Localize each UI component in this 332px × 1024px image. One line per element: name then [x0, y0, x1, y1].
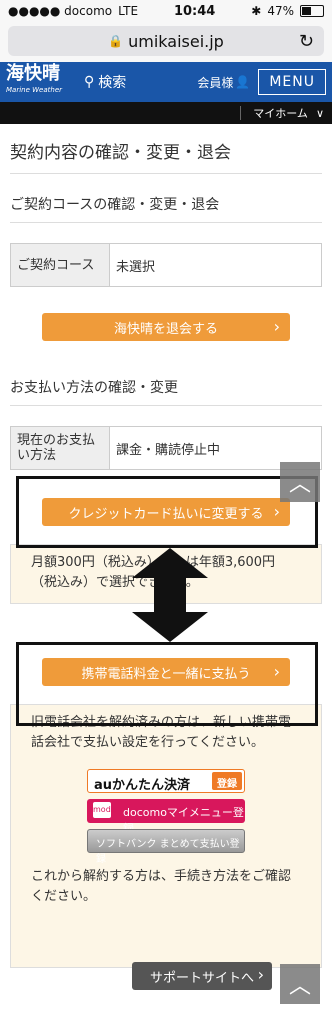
highlight-box-credit [16, 476, 318, 548]
status-bar: ●●●●● docomo LTE 10:44 ✱ 47% [0, 0, 332, 22]
url-field[interactable]: 🔒 umikaisei.jp ↻ [8, 26, 324, 56]
scroll-top-icon[interactable]: ︿ [280, 964, 320, 1004]
payment-table: 現在のお支払い方法 課金・購読停止中 [10, 426, 322, 470]
payment-label: 現在のお支払い方法 [10, 426, 110, 470]
support-site-button[interactable]: サポートサイトへ › [132, 962, 272, 990]
au-register-tag: 登録 [212, 772, 242, 790]
au-payment-button[interactable]: auかんたん決済 登録 [87, 769, 245, 793]
divider [240, 106, 242, 120]
lock-icon: 🔒 [108, 34, 124, 48]
carrier-label: ●●●●● docomo [8, 4, 113, 18]
course-section-title: ご契約コースの確認・変更・退会 [10, 188, 322, 223]
course-table: ご契約コース 未選択 [10, 243, 322, 287]
chevron-right-icon: › [257, 965, 264, 984]
search-button[interactable]: ⚲ 検索 [84, 72, 126, 92]
highlight-box-mobile [16, 642, 318, 726]
softbank-payment-button[interactable]: ソフトバンク まとめて支払い登録 [87, 829, 245, 865]
course-label: ご契約コース [10, 243, 110, 287]
site-header: 海快晴 Marine Weather ⚲ 検索 会員様 👤 MENU [0, 62, 332, 102]
site-logo[interactable]: 海快晴 Marine Weather [6, 63, 78, 98]
scroll-top-icon[interactable]: ︿ [280, 462, 320, 502]
member-label: 会員様 [197, 75, 234, 90]
softbank-label: ソフトバンク まとめて支払い登録 [96, 839, 240, 865]
docomo-payment-button[interactable]: mode docomoマイメニュー登録 [87, 799, 245, 835]
network-label: LTE [118, 4, 139, 18]
mobile-info-box: 旧電話会社を解約済みの方は、新しい携帯電話会社で支払い設定を行ってください。 a… [10, 704, 322, 968]
member-button[interactable]: 会員様 👤 [197, 74, 250, 91]
battery-percent: 47% [267, 4, 294, 18]
payment-section-title: お支払い方法の確認・変更 [10, 371, 322, 406]
myhome-link[interactable]: マイホーム [253, 105, 308, 121]
reload-icon[interactable]: ↻ [299, 31, 314, 52]
battery-icon [300, 5, 324, 17]
search-label: 検索 [98, 75, 127, 91]
au-label: auかんたん決済 [94, 778, 191, 793]
cancel-info-text: これから解約する方は、手続き方法をご確認ください。 [31, 869, 292, 904]
course-value: 未選択 [116, 259, 156, 275]
double-arrow-icon [132, 548, 208, 642]
support-button-label: サポートサイトへ [149, 970, 254, 986]
user-icon: 👤 [235, 75, 251, 89]
logo-subtext: Marine Weather [6, 86, 63, 94]
docomo-mode-icon: mode [93, 802, 116, 818]
withdraw-button[interactable]: 海快晴を退会する › [42, 313, 290, 341]
clock: 10:44 [173, 3, 216, 19]
withdraw-button-label: 海快晴を退会する [113, 321, 218, 337]
sub-nav: マイホーム ∨ [0, 102, 332, 124]
search-icon: ⚲ [84, 74, 95, 90]
chevron-down-icon[interactable]: ∨ [316, 107, 324, 120]
browser-bar: 🔒 umikaisei.jp ↻ [0, 22, 332, 62]
menu-button[interactable]: MENU [258, 69, 326, 95]
url-text: umikaisei.jp [128, 31, 224, 51]
page-title: 契約内容の確認・変更・退会 [10, 124, 322, 174]
logo-text: 海快晴 [6, 63, 60, 84]
chevron-right-icon: › [273, 317, 280, 336]
bluetooth-icon: ✱ [251, 4, 262, 18]
